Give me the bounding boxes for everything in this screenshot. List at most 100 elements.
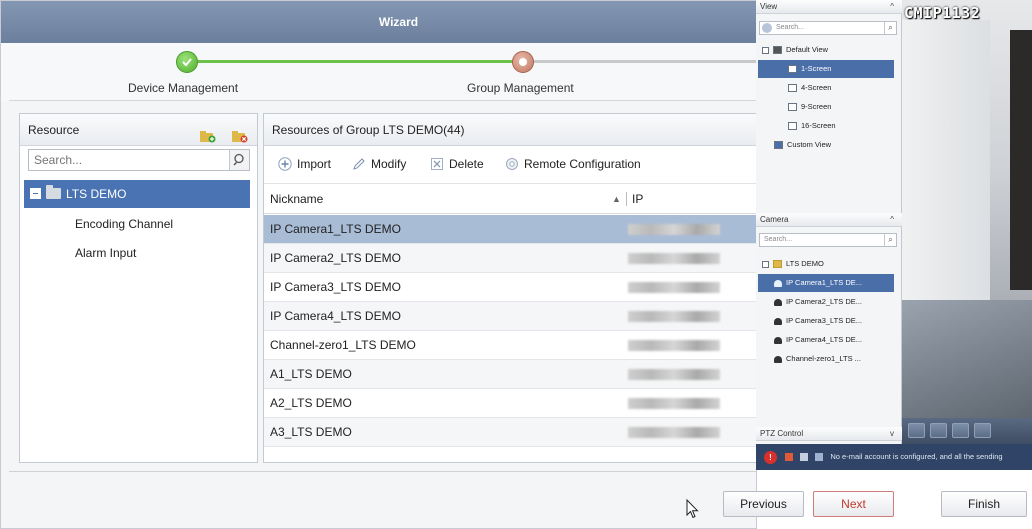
table-header: Nickname ▲ IP bbox=[264, 183, 756, 214]
finish-button[interactable]: Finish bbox=[941, 491, 1027, 517]
camera-item[interactable]: IP Camera4_LTS DE... bbox=[774, 331, 862, 349]
table-row[interactable]: IP Camera2_LTS DEMO bbox=[264, 244, 756, 273]
tree-default-view[interactable]: Default View bbox=[762, 41, 828, 59]
camera-icon bbox=[774, 298, 782, 306]
custom-view-label: Custom View bbox=[787, 140, 832, 149]
column-divider[interactable] bbox=[626, 192, 627, 206]
row-nickname: IP Camera1_LTS DEMO bbox=[270, 222, 401, 236]
mouse-cursor-icon bbox=[686, 498, 700, 522]
remote-configuration-button[interactable]: Remote Configuration bbox=[505, 156, 665, 172]
row-nickname: A3_LTS DEMO bbox=[270, 425, 352, 439]
camera-icon bbox=[774, 279, 782, 287]
status-message: No e-mail account is configured, and all… bbox=[830, 452, 1003, 461]
divider bbox=[9, 471, 756, 472]
search-icon[interactable] bbox=[229, 150, 249, 170]
camera-group-label: LTS DEMO bbox=[786, 259, 824, 268]
tree-custom-view[interactable]: Custom View bbox=[774, 136, 831, 154]
settings-icon[interactable] bbox=[762, 23, 772, 33]
folder-icon bbox=[773, 260, 782, 269]
step-progress-todo bbox=[523, 60, 756, 63]
camera-label: IP Camera1_LTS DE... bbox=[786, 278, 863, 287]
table-row[interactable]: IP Camera3_LTS DEMO bbox=[264, 273, 756, 302]
camera-item[interactable]: IP Camera3_LTS DE... bbox=[774, 312, 862, 330]
status-bar: ! No e-mail account is configured, and a… bbox=[756, 444, 1032, 470]
delete-button[interactable]: Delete bbox=[430, 156, 500, 172]
message-icon[interactable] bbox=[800, 453, 809, 462]
collapse-icon bbox=[762, 260, 769, 268]
alarm-icon[interactable]: ! bbox=[764, 450, 777, 464]
camera-section-title: Camera bbox=[760, 215, 789, 224]
stop-icon[interactable] bbox=[952, 423, 969, 438]
modify-button[interactable]: Modify bbox=[352, 156, 422, 172]
layout-icon[interactable] bbox=[908, 423, 925, 438]
tree-9-screen[interactable]: 9-Screen bbox=[788, 98, 831, 116]
tree-node-encoding-channel[interactable]: Encoding Channel bbox=[75, 217, 173, 231]
search-icon[interactable]: ⌕ bbox=[884, 22, 896, 34]
pencil-icon bbox=[352, 157, 366, 171]
tree-4-screen[interactable]: 4-Screen bbox=[788, 79, 831, 97]
row-nickname: Channel-zero1_LTS DEMO bbox=[270, 338, 416, 352]
table-row[interactable]: IP Camera4_LTS DEMO bbox=[264, 302, 756, 331]
speaker-icon[interactable] bbox=[815, 453, 824, 462]
wizard-window: Wizard Device Management Group Managemen… bbox=[0, 0, 757, 529]
search-icon[interactable]: ⌕ bbox=[884, 234, 896, 246]
camera-icon bbox=[774, 317, 782, 325]
collapse-icon[interactable] bbox=[30, 188, 41, 199]
next-button[interactable]: Next bbox=[813, 491, 894, 517]
group-resources-panel: Resources of Group LTS DEMO(44) Import M… bbox=[263, 113, 756, 463]
import-button[interactable]: Import bbox=[278, 156, 348, 172]
plus-icon bbox=[278, 157, 292, 171]
column-nickname[interactable]: Nickname bbox=[270, 184, 323, 214]
camera-item[interactable]: Channel-zero1_LTS ... bbox=[774, 350, 861, 368]
previous-button[interactable]: Previous bbox=[723, 491, 804, 517]
screen-label: 4-Screen bbox=[801, 83, 832, 92]
screen-label: 9-Screen bbox=[801, 102, 832, 111]
delete-icon bbox=[430, 157, 444, 171]
group-panel-title: Resources of Group LTS DEMO(44) bbox=[272, 123, 465, 137]
collapse-icon bbox=[762, 46, 769, 54]
resource-search-input[interactable] bbox=[29, 150, 225, 170]
chevron-up-icon[interactable]: ^ bbox=[890, 0, 894, 14]
camera-item[interactable]: IP Camera1_LTS DE... bbox=[758, 274, 894, 292]
wizard-title: Wizard bbox=[1, 1, 756, 43]
view-search-placeholder: Search... bbox=[776, 24, 805, 31]
ip-redacted bbox=[628, 253, 720, 264]
table-row[interactable]: IP Camera1_LTS DEMO bbox=[264, 215, 756, 244]
camera-label: IP Camera4_LTS DE... bbox=[786, 335, 863, 344]
step-done-icon bbox=[176, 51, 198, 73]
camera-icon bbox=[774, 355, 782, 363]
live-video-feed[interactable]: CMIP1132 bbox=[902, 0, 1032, 418]
row-nickname: IP Camera3_LTS DEMO bbox=[270, 280, 401, 294]
column-ip[interactable]: IP bbox=[632, 184, 643, 214]
add-group-icon[interactable] bbox=[200, 123, 216, 143]
tree-node-lts-demo[interactable]: LTS DEMO bbox=[24, 180, 250, 208]
camera-item[interactable]: IP Camera2_LTS DE... bbox=[774, 293, 862, 311]
sort-ascending-icon[interactable]: ▲ bbox=[612, 184, 621, 214]
table-row[interactable]: A3_LTS DEMO bbox=[264, 418, 756, 447]
tree-camera-group[interactable]: LTS DEMO bbox=[762, 255, 824, 273]
group-panel-header: Resources of Group LTS DEMO(44) bbox=[264, 114, 756, 146]
tree-16-screen[interactable]: 16-Screen bbox=[788, 117, 836, 135]
view-section-header[interactable]: View ^ bbox=[756, 0, 902, 14]
chevron-up-icon[interactable]: ^ bbox=[890, 213, 894, 227]
alert-icon[interactable] bbox=[785, 453, 794, 462]
table-row[interactable]: A1_LTS DEMO bbox=[264, 360, 756, 389]
grid-icon[interactable] bbox=[930, 423, 947, 438]
view-icon bbox=[774, 141, 783, 150]
chevron-down-icon[interactable]: v bbox=[890, 427, 894, 441]
table-row[interactable]: Channel-zero1_LTS DEMO bbox=[264, 331, 756, 360]
camera-section-header[interactable]: Camera ^ bbox=[756, 213, 902, 227]
ptz-section-header[interactable]: PTZ Control v bbox=[756, 427, 902, 441]
view-search-input[interactable]: Search... ⌕ bbox=[759, 21, 897, 35]
delete-label: Delete bbox=[449, 157, 484, 171]
tree-node-alarm-input[interactable]: Alarm Input bbox=[75, 246, 136, 260]
divider bbox=[9, 100, 756, 101]
tree-1-screen[interactable]: 1-Screen bbox=[758, 60, 894, 78]
video-content bbox=[902, 20, 990, 330]
table-row[interactable]: A2_LTS DEMO bbox=[264, 389, 756, 418]
resource-search-field[interactable] bbox=[28, 149, 250, 171]
delete-group-icon[interactable] bbox=[232, 123, 248, 143]
camera-search-input[interactable]: Search... ⌕ bbox=[759, 233, 897, 247]
audio-icon[interactable] bbox=[974, 423, 991, 438]
step-current-icon bbox=[512, 51, 534, 73]
